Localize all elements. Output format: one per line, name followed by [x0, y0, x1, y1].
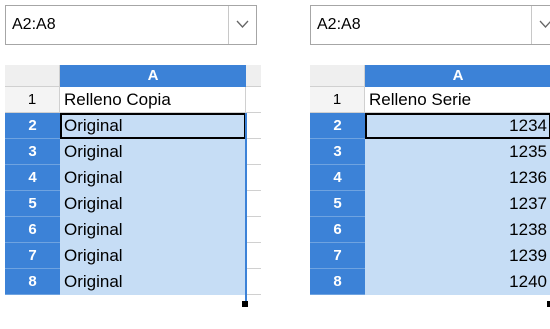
cell[interactable]: Original	[60, 191, 246, 217]
row-header[interactable]: 3	[310, 139, 365, 165]
selection-border	[245, 113, 247, 304]
row-header[interactable]: 6	[310, 217, 365, 243]
row-header[interactable]: 4	[310, 165, 365, 191]
table-row: 8 Original	[5, 269, 261, 295]
row-header[interactable]: 2	[5, 113, 60, 139]
autofill-handle[interactable]	[242, 301, 248, 307]
cell[interactable]	[246, 165, 261, 191]
cell[interactable]	[246, 243, 261, 269]
table-row: 4 1236	[310, 165, 550, 191]
name-box[interactable]: A2:A8	[310, 5, 550, 45]
table-row: 5 1237	[310, 191, 550, 217]
name-box-value: A2:A8	[317, 16, 361, 33]
table-row: 1 Relleno Serie	[310, 87, 550, 113]
column-header-a[interactable]: A	[60, 65, 246, 87]
cell[interactable]: Original	[60, 165, 246, 191]
active-cell[interactable]: 1234	[365, 113, 550, 139]
column-header-a[interactable]: A	[365, 65, 550, 87]
table-row: 4 Original	[5, 165, 261, 191]
column-header-row: A	[5, 65, 261, 87]
row-header[interactable]: 7	[5, 243, 60, 269]
table-row: 1 Relleno Copia	[5, 87, 261, 113]
column-header-row: A	[310, 65, 550, 87]
table-row: 3 Original	[5, 139, 261, 165]
row-header[interactable]: 5	[310, 191, 365, 217]
cell[interactable]: 1239	[365, 243, 550, 269]
table-row: 7 Original	[5, 243, 261, 269]
row-header[interactable]: 1	[310, 87, 365, 113]
cell[interactable]: Relleno Serie	[365, 87, 550, 113]
name-box[interactable]: A2:A8	[5, 5, 257, 45]
cell[interactable]: Relleno Copia	[60, 87, 246, 113]
cell[interactable]	[246, 87, 261, 113]
table-row: 3 1235	[310, 139, 550, 165]
right-spreadsheet-panel: A2:A8 A 1 Relleno Serie 2 1234 3 1235 4 …	[305, 5, 550, 326]
chevron-down-icon	[236, 20, 249, 28]
table-row: 6 1238	[310, 217, 550, 243]
table-row: 6 Original	[5, 217, 261, 243]
name-box-dropdown-button[interactable]	[531, 6, 550, 44]
left-spreadsheet-panel: A2:A8 A 1 Relleno Copia 2 Original 3 Ori…	[0, 5, 261, 326]
table-row: 7 1239	[310, 243, 550, 269]
cell[interactable]: 1237	[365, 191, 550, 217]
cell[interactable]: 1238	[365, 217, 550, 243]
name-box-dropdown-button[interactable]	[228, 6, 256, 44]
active-cell[interactable]: Original	[60, 113, 246, 139]
name-box-value: A2:A8	[12, 16, 56, 33]
cell[interactable]: Original	[60, 269, 246, 295]
cell[interactable]	[246, 113, 261, 139]
row-header[interactable]: 2	[310, 113, 365, 139]
cell[interactable]: 1235	[365, 139, 550, 165]
row-header[interactable]: 1	[5, 87, 60, 113]
row-header[interactable]: 5	[5, 191, 60, 217]
select-all-corner[interactable]	[5, 65, 60, 87]
column-header-b[interactable]	[246, 65, 261, 87]
cell[interactable]	[246, 139, 261, 165]
cell[interactable]: Original	[60, 243, 246, 269]
row-header[interactable]: 4	[5, 165, 60, 191]
chevron-down-icon	[539, 20, 550, 28]
row-header[interactable]: 8	[310, 269, 365, 295]
cell[interactable]	[246, 217, 261, 243]
cell[interactable]: 1240	[365, 269, 550, 295]
table-row: 2 1234	[310, 113, 550, 139]
row-header[interactable]: 3	[5, 139, 60, 165]
table-row: 5 Original	[5, 191, 261, 217]
table-row: 2 Original	[5, 113, 261, 139]
cell[interactable]	[246, 269, 261, 295]
select-all-corner[interactable]	[310, 65, 365, 87]
cell[interactable]: Original	[60, 139, 246, 165]
cell[interactable]: 1236	[365, 165, 550, 191]
row-header[interactable]: 8	[5, 269, 60, 295]
cell[interactable]: Original	[60, 217, 246, 243]
row-header[interactable]: 7	[310, 243, 365, 269]
cell[interactable]	[246, 191, 261, 217]
row-header[interactable]: 6	[5, 217, 60, 243]
table-row: 8 1240	[310, 269, 550, 295]
